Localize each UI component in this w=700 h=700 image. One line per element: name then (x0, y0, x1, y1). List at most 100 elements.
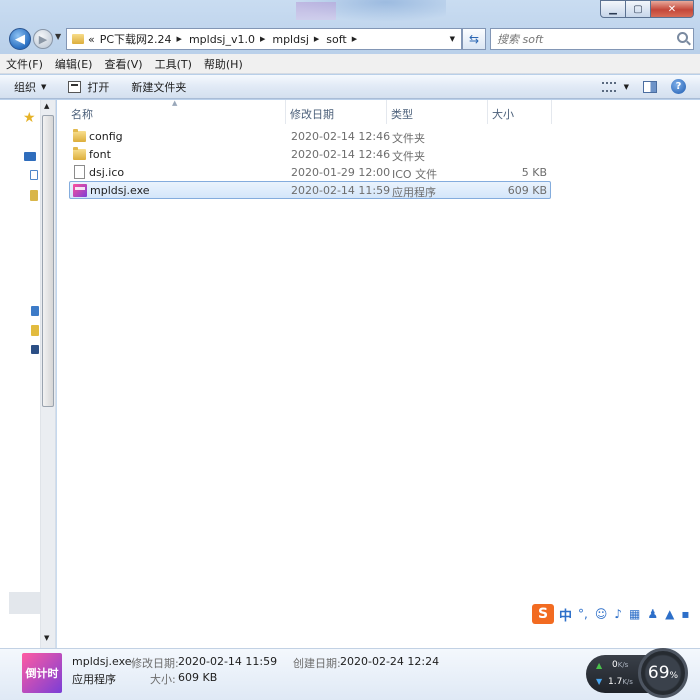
open-icon (68, 80, 82, 93)
minimize-button[interactable]: ▁ (600, 0, 626, 18)
chevron-right-icon[interactable]: ▶ (260, 35, 265, 43)
favorites-star-icon[interactable]: ★ (23, 110, 36, 126)
back-button[interactable]: ◀ (9, 28, 31, 50)
detail-size-value: 609 KB (178, 671, 218, 684)
folder-icon (73, 147, 86, 160)
detail-created-value: 2020-02-24 12:24 (340, 655, 440, 668)
forward-button[interactable]: ▶ (33, 29, 53, 49)
menu-edit[interactable]: 编辑(E) (55, 56, 93, 72)
file-type: 文件夹 (392, 132, 425, 145)
upload-unit: K/s (617, 661, 629, 669)
breadcrumb-mpldsj[interactable]: mpldsj (272, 33, 309, 46)
chevron-down-icon[interactable]: ▼ (624, 83, 629, 91)
menu-view[interactable]: 查看(V) (104, 56, 142, 72)
folder-icon (73, 129, 86, 142)
new-folder-button[interactable]: 新建文件夹 (131, 79, 186, 95)
chevron-down-icon: ▼ (41, 82, 47, 91)
column-type[interactable]: 类型 (391, 106, 413, 122)
menu-file[interactable]: 文件(F) (6, 56, 43, 72)
column-divider[interactable] (487, 100, 488, 124)
file-row-config[interactable]: config 2020-02-14 12:46 文件夹 (69, 128, 551, 146)
organize-button[interactable]: 组织 ▼ (14, 79, 46, 95)
detail-size-label: 大小: (150, 673, 176, 686)
maximize-button[interactable]: ▢ (625, 0, 651, 18)
explorer-window: ▁ ▢ ✕ ◀ ▶ ▼ « PC下载网2.24 ▶ mpldsj_v1.0 ▶ … (0, 0, 700, 700)
upload-arrow-icon: ▲ (596, 661, 603, 670)
file-row-dsj-ico[interactable]: dsj.ico 2020-01-29 12:00 ICO 文件 5 KB (69, 164, 551, 182)
file-name: mpldsj.exe (90, 184, 150, 197)
download-arrow-icon: ▼ (596, 677, 603, 686)
ime-mode-toggle[interactable]: 中 (559, 605, 572, 624)
refresh-button[interactable]: ⇆ (462, 28, 486, 50)
detail-file-type: 应用程序 (72, 673, 116, 686)
help-icon[interactable]: ? (671, 79, 686, 94)
file-date: 2020-01-29 12:00 (291, 166, 391, 179)
detail-modified-value: 2020-02-14 11:59 (178, 655, 278, 668)
views-icon[interactable] (601, 81, 616, 92)
memory-gauge[interactable]: 69% (638, 648, 688, 698)
preview-pane-icon[interactable] (643, 80, 657, 93)
organize-label: 组织 (14, 80, 36, 94)
file-name: font (89, 148, 111, 161)
file-name: config (89, 130, 123, 143)
breadcrumb-mpldsj-v1[interactable]: mpldsj_v1.0 (189, 33, 255, 46)
scroll-up-icon[interactable]: ▲ (44, 102, 49, 110)
toolbox-icon[interactable]: ▪ (681, 607, 689, 621)
upload-speed: 0K/s (612, 660, 628, 670)
chevron-right-icon[interactable]: ▶ (352, 35, 357, 43)
column-date[interactable]: 修改日期 (290, 106, 334, 122)
menu-help[interactable]: 帮助(H) (204, 56, 243, 72)
history-dropdown-icon[interactable]: ▼ (55, 32, 61, 41)
command-bar: 组织 ▼ 打开 新建文件夹 ▼ ? (0, 75, 700, 99)
chevron-right-icon[interactable]: ▶ (177, 35, 182, 43)
column-name[interactable]: 名称 (71, 106, 93, 122)
background-blur-2 (296, 2, 336, 20)
menu-tools[interactable]: 工具(T) (155, 56, 192, 72)
library-icon[interactable] (30, 190, 38, 201)
file-size: 609 KB (507, 184, 547, 197)
window-controls: ▁ ▢ ✕ (600, 0, 694, 18)
column-divider[interactable] (285, 100, 286, 124)
keyboard-icon[interactable]: ▦ (629, 607, 640, 621)
download-unit: K/s (622, 678, 633, 686)
file-type: 应用程序 (392, 186, 436, 199)
breadcrumb-overflow[interactable]: « (88, 33, 95, 46)
navigation-pane: ★ ▲ ▼ (0, 100, 56, 648)
scrollbar-thumb[interactable] (42, 115, 54, 407)
file-size: 5 KB (521, 166, 547, 179)
breadcrumb-soft[interactable]: soft (326, 33, 346, 46)
navigation-bar: ◀ ▶ ▼ « PC下载网2.24 ▶ mpldsj_v1.0 ▶ mpldsj… (0, 26, 700, 52)
download-value: 1.7 (608, 677, 623, 687)
microphone-icon[interactable]: ♪ (614, 607, 622, 621)
emoji-icon[interactable]: ☺ (595, 607, 608, 621)
gauge-value: 69 (647, 663, 670, 683)
nav-pane-scrollbar[interactable]: ▲ ▼ (40, 100, 55, 648)
address-dropdown-icon[interactable]: ▼ (450, 35, 455, 43)
punctuation-icon[interactable]: °, (578, 607, 588, 621)
breadcrumb-pcdownload[interactable]: PC下载网2.24 (100, 31, 172, 47)
column-size[interactable]: 大小 (492, 106, 514, 122)
homegroup-icon[interactable] (31, 306, 39, 316)
open-button[interactable]: 打开 (68, 79, 109, 95)
search-box[interactable] (490, 28, 694, 50)
network-icon[interactable] (30, 170, 38, 180)
close-button[interactable]: ✕ (650, 0, 694, 18)
file-row-mpldsj-exe[interactable]: mpldsj.exe 2020-02-14 11:59 应用程序 609 KB (69, 181, 551, 199)
computer-icon[interactable] (31, 325, 39, 336)
file-date: 2020-02-14 11:59 (291, 184, 391, 197)
scroll-down-icon[interactable]: ▼ (44, 634, 49, 642)
search-icon[interactable] (677, 32, 688, 43)
skin-icon[interactable]: ▲ (665, 607, 674, 621)
search-input[interactable] (497, 32, 667, 46)
chevron-right-icon[interactable]: ▶ (314, 35, 319, 43)
file-row-font[interactable]: font 2020-02-14 12:46 文件夹 (69, 146, 551, 164)
detail-modified-label: 修改日期: (131, 657, 179, 670)
desktop-icon[interactable] (24, 152, 36, 161)
address-bar[interactable]: « PC下载网2.24 ▶ mpldsj_v1.0 ▶ mpldsj ▶ sof… (66, 28, 462, 50)
title-bar: ▁ ▢ ✕ (0, 0, 700, 24)
drive-icon[interactable] (31, 345, 39, 354)
user-icon[interactable]: ♟ (647, 607, 658, 621)
sogou-logo-icon[interactable]: S (532, 604, 554, 624)
column-divider[interactable] (551, 100, 552, 124)
column-divider[interactable] (386, 100, 387, 124)
